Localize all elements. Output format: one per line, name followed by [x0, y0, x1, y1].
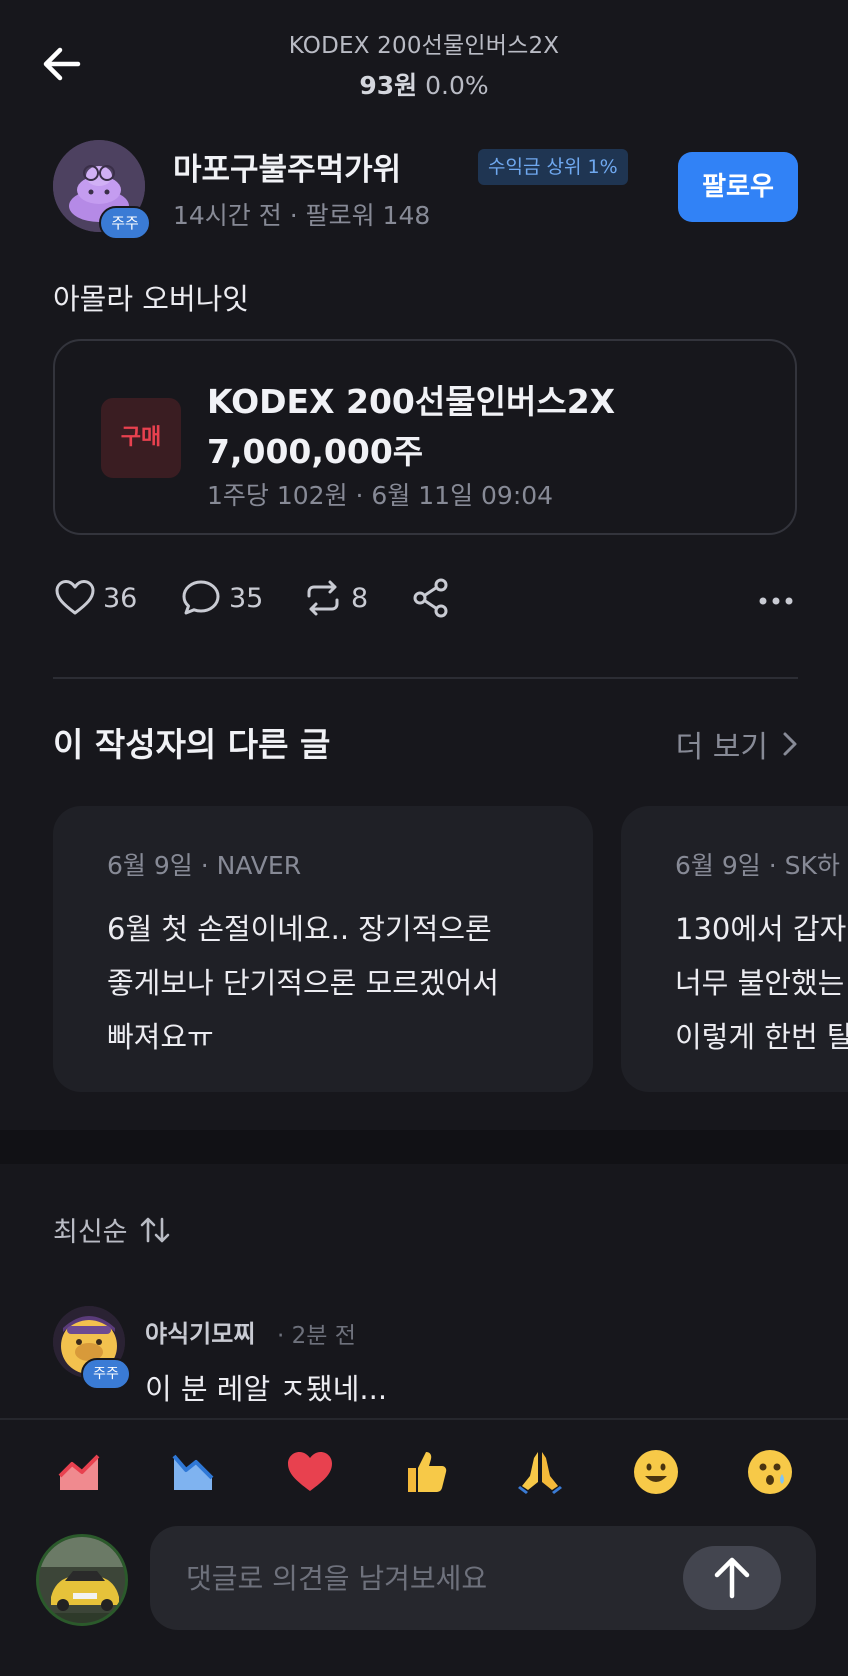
share-icon	[413, 578, 448, 618]
comment-time: · 2분 전	[277, 1323, 356, 1349]
heart-icon	[288, 1452, 332, 1491]
sort-label: 최신순	[53, 1217, 128, 1248]
post-card-line: 6월 첫 손절이네요.. 장기적으론	[107, 912, 492, 946]
arrow-up-icon	[714, 1557, 750, 1599]
reaction-button[interactable]	[630, 1446, 682, 1498]
send-button[interactable]	[683, 1546, 781, 1610]
trade-stock-name: KODEX 200선물인버스2X	[207, 382, 616, 421]
surprised-icon	[748, 1450, 792, 1494]
comment-input-box[interactable]	[150, 1526, 816, 1630]
reaction-button[interactable]	[168, 1446, 220, 1498]
stock-header[interactable]: KODEX 200선물인버스2X 93원 0.0%	[0, 26, 848, 102]
follow-button[interactable]: 팔로우	[678, 152, 798, 222]
post-card-text: 6월 첫 손절이네요.. 장기적으론 좋게보나 단기적으론 모르겠어서 빠져요ㅠ	[107, 902, 547, 1064]
reaction-button[interactable]	[54, 1446, 106, 1498]
reaction-button[interactable]	[744, 1446, 796, 1498]
comment-composer	[0, 1418, 848, 1676]
buy-badge: 구매	[101, 398, 181, 478]
repost-count: 8	[351, 582, 369, 614]
chart-up-icon	[58, 1454, 100, 1490]
car-photo-icon	[39, 1537, 125, 1623]
post-card-line: 빠져요ㅠ	[107, 1020, 214, 1054]
like-button[interactable]: 36	[53, 573, 137, 623]
author-row: 주주 마포구불주먹가위 수익금 상위 1% 14시간 전 · 팔로워 148 팔…	[53, 140, 798, 240]
reaction-button[interactable]	[284, 1446, 336, 1498]
shareholder-badge: 주주	[99, 206, 151, 240]
stock-price: 93원	[359, 71, 418, 100]
other-posts-carousel[interactable]: 6월 9일 · NAVER 6월 첫 손절이네요.. 장기적으론 좋게보나 단기…	[53, 806, 848, 1094]
post-card[interactable]: 6월 9일 · SK하 130에서 갑자 너무 불안했는 이렇게 한번 탈	[621, 806, 848, 1092]
more-options-button[interactable]	[754, 573, 798, 623]
comment-count: 35	[229, 582, 264, 614]
post-actions: 36 35 8	[53, 573, 798, 623]
reaction-bar	[0, 1446, 848, 1506]
other-posts-title: 이 작성자의 다른 글	[53, 725, 331, 764]
reaction-button[interactable]	[514, 1446, 566, 1498]
comment-item: 주주 야식기모찌 · 2분 전 이 분 레알 ㅈ됐네...	[53, 1306, 798, 1416]
post-card-meta: 6월 9일 · NAVER	[107, 851, 302, 880]
post-card-meta: 6월 9일 · SK하	[675, 851, 840, 880]
chart-down-icon	[172, 1454, 214, 1490]
comment-button[interactable]: 35	[179, 573, 263, 623]
stock-name: KODEX 200선물인버스2X	[288, 33, 560, 59]
speech-bubble-icon	[182, 580, 220, 615]
trade-quantity: 7,000,000주	[207, 432, 424, 471]
comment-text: 이 분 레알 ㅈ됐네...	[145, 1372, 388, 1406]
comment-input[interactable]	[186, 1556, 646, 1600]
sort-toggle[interactable]: 최신순	[53, 1210, 172, 1249]
repost-button[interactable]: 8	[301, 573, 368, 623]
post-text: 아몰라 오버나잇	[53, 282, 249, 316]
comment-input-row	[0, 1526, 848, 1636]
shareholder-badge: 주주	[81, 1358, 131, 1390]
pray-icon	[518, 1452, 562, 1494]
see-more-label: 더 보기	[675, 730, 768, 765]
post-card-line: 좋게보나 단기적으론 모르겠어서	[107, 966, 499, 1000]
thumbs-up-icon	[408, 1452, 447, 1492]
post-card-line: 130에서 갑자	[675, 912, 847, 946]
post-card-line: 이렇게 한번 탈	[675, 1020, 848, 1054]
stock-price-line: 93원 0.0%	[0, 66, 848, 102]
post-card[interactable]: 6월 9일 · NAVER 6월 첫 손절이네요.. 장기적으론 좋게보나 단기…	[53, 806, 593, 1092]
post-card-text: 130에서 갑자 너무 불안했는 이렇게 한번 탈	[675, 902, 848, 1064]
divider	[53, 677, 798, 679]
trade-meta: 1주당 102원 · 6월 11일 09:04	[207, 481, 554, 510]
repost-icon	[307, 580, 339, 616]
share-button[interactable]	[409, 573, 453, 623]
trade-card[interactable]: 구매 KODEX 200선물인버스2X 7,000,000주 1주당 102원 …	[53, 339, 797, 535]
ellipsis-icon	[759, 597, 793, 605]
smile-icon	[634, 1450, 678, 1494]
author-name[interactable]: 마포구불주먹가위	[173, 144, 401, 189]
sort-arrows-icon	[140, 1217, 169, 1242]
heart-outline-icon	[55, 580, 95, 615]
top-bar: KODEX 200선물인버스2X 93원 0.0%	[0, 0, 848, 120]
commenter-name[interactable]: 야식기모찌	[145, 1314, 255, 1349]
author-meta: 14시간 전 · 팔로워 148	[173, 201, 431, 230]
my-avatar[interactable]	[36, 1534, 128, 1626]
post-card-line: 너무 불안했는	[675, 966, 845, 1000]
chevron-right-icon	[783, 732, 797, 756]
see-more-link[interactable]: 더 보기	[676, 722, 798, 766]
like-count: 36	[103, 582, 138, 614]
section-separator	[0, 1130, 848, 1164]
reaction-button[interactable]	[400, 1446, 452, 1498]
stock-change: 0.0%	[425, 71, 489, 100]
rank-badge: 수익금 상위 1%	[478, 149, 628, 185]
